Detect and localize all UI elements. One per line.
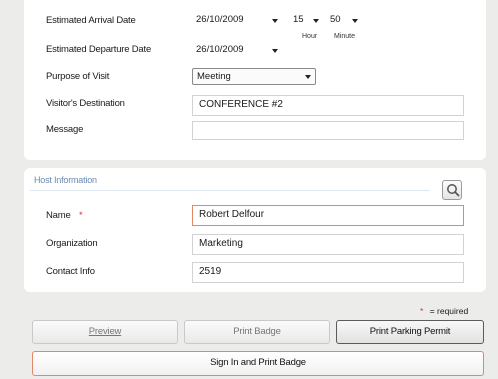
required-marker: *: [79, 210, 83, 221]
arrival-hour-dropdown[interactable]: 15: [289, 12, 323, 30]
preview-button[interactable]: Preview: [32, 320, 178, 344]
host-section-title: Host Information: [34, 175, 97, 185]
contact-label: Contact Info: [46, 266, 95, 277]
magnifier-icon: [447, 184, 460, 197]
host-name-label: Name *: [46, 210, 83, 221]
sign-in-print-badge-button-label: Sign In and Print Badge: [210, 357, 306, 368]
chevron-down-icon: [305, 75, 311, 79]
arrival-hour-value: 15: [293, 14, 304, 25]
sign-in-print-badge-button[interactable]: Sign In and Print Badge: [32, 351, 484, 376]
organization-input[interactable]: Marketing: [192, 234, 464, 255]
purpose-value: Meeting: [197, 71, 231, 82]
organization-label: Organization: [46, 238, 98, 249]
chevron-down-icon: [352, 19, 358, 23]
arrival-date-value: 26/10/2009: [196, 14, 244, 25]
host-name-value: Robert Delfour: [199, 209, 265, 220]
required-note-text: = required: [429, 306, 469, 316]
departure-date-label: Estimated Departure Date: [46, 44, 152, 55]
host-name-input[interactable]: Robert Delfour: [192, 205, 464, 226]
host-name-label-text: Name: [46, 210, 71, 221]
section-divider: [30, 190, 430, 191]
print-parking-permit-button-label: Print Parking Permit: [369, 326, 451, 337]
preview-button-label: Preview: [88, 326, 122, 337]
arrival-minute-dropdown[interactable]: 50: [326, 12, 362, 30]
print-badge-button-label: Print Badge: [233, 326, 281, 337]
destination-label: Visitor's Destination: [46, 98, 125, 109]
purpose-label: Purpose of Visit: [46, 71, 110, 82]
chevron-down-icon: [313, 19, 319, 23]
contact-input[interactable]: 2519: [192, 262, 464, 283]
hour-caption: Hour: [302, 33, 318, 40]
chevron-down-icon: [272, 19, 278, 23]
arrival-date-dropdown[interactable]: 26/10/2009: [192, 12, 282, 30]
arrival-date-label: Estimated Arrival Date: [46, 15, 136, 26]
message-label: Message: [46, 124, 84, 135]
chevron-down-icon: [272, 49, 278, 53]
minute-caption: Minute: [334, 33, 356, 40]
purpose-dropdown[interactable]: Meeting: [192, 68, 316, 85]
host-search-button[interactable]: [442, 180, 462, 200]
destination-value: CONFERENCE #2: [199, 99, 283, 110]
print-badge-button[interactable]: Print Badge: [184, 320, 330, 344]
departure-date-value: 26/10/2009: [196, 44, 244, 55]
departure-date-dropdown[interactable]: 26/10/2009: [192, 42, 282, 60]
destination-input[interactable]: CONFERENCE #2: [192, 95, 464, 116]
print-parking-permit-button[interactable]: Print Parking Permit: [336, 320, 484, 344]
required-note: * = required: [420, 306, 468, 316]
arrival-minute-value: 50: [330, 14, 341, 25]
organization-value: Marketing: [199, 238, 243, 249]
contact-value: 2519: [199, 266, 222, 277]
required-marker: *: [420, 306, 424, 316]
message-input[interactable]: [192, 121, 464, 140]
